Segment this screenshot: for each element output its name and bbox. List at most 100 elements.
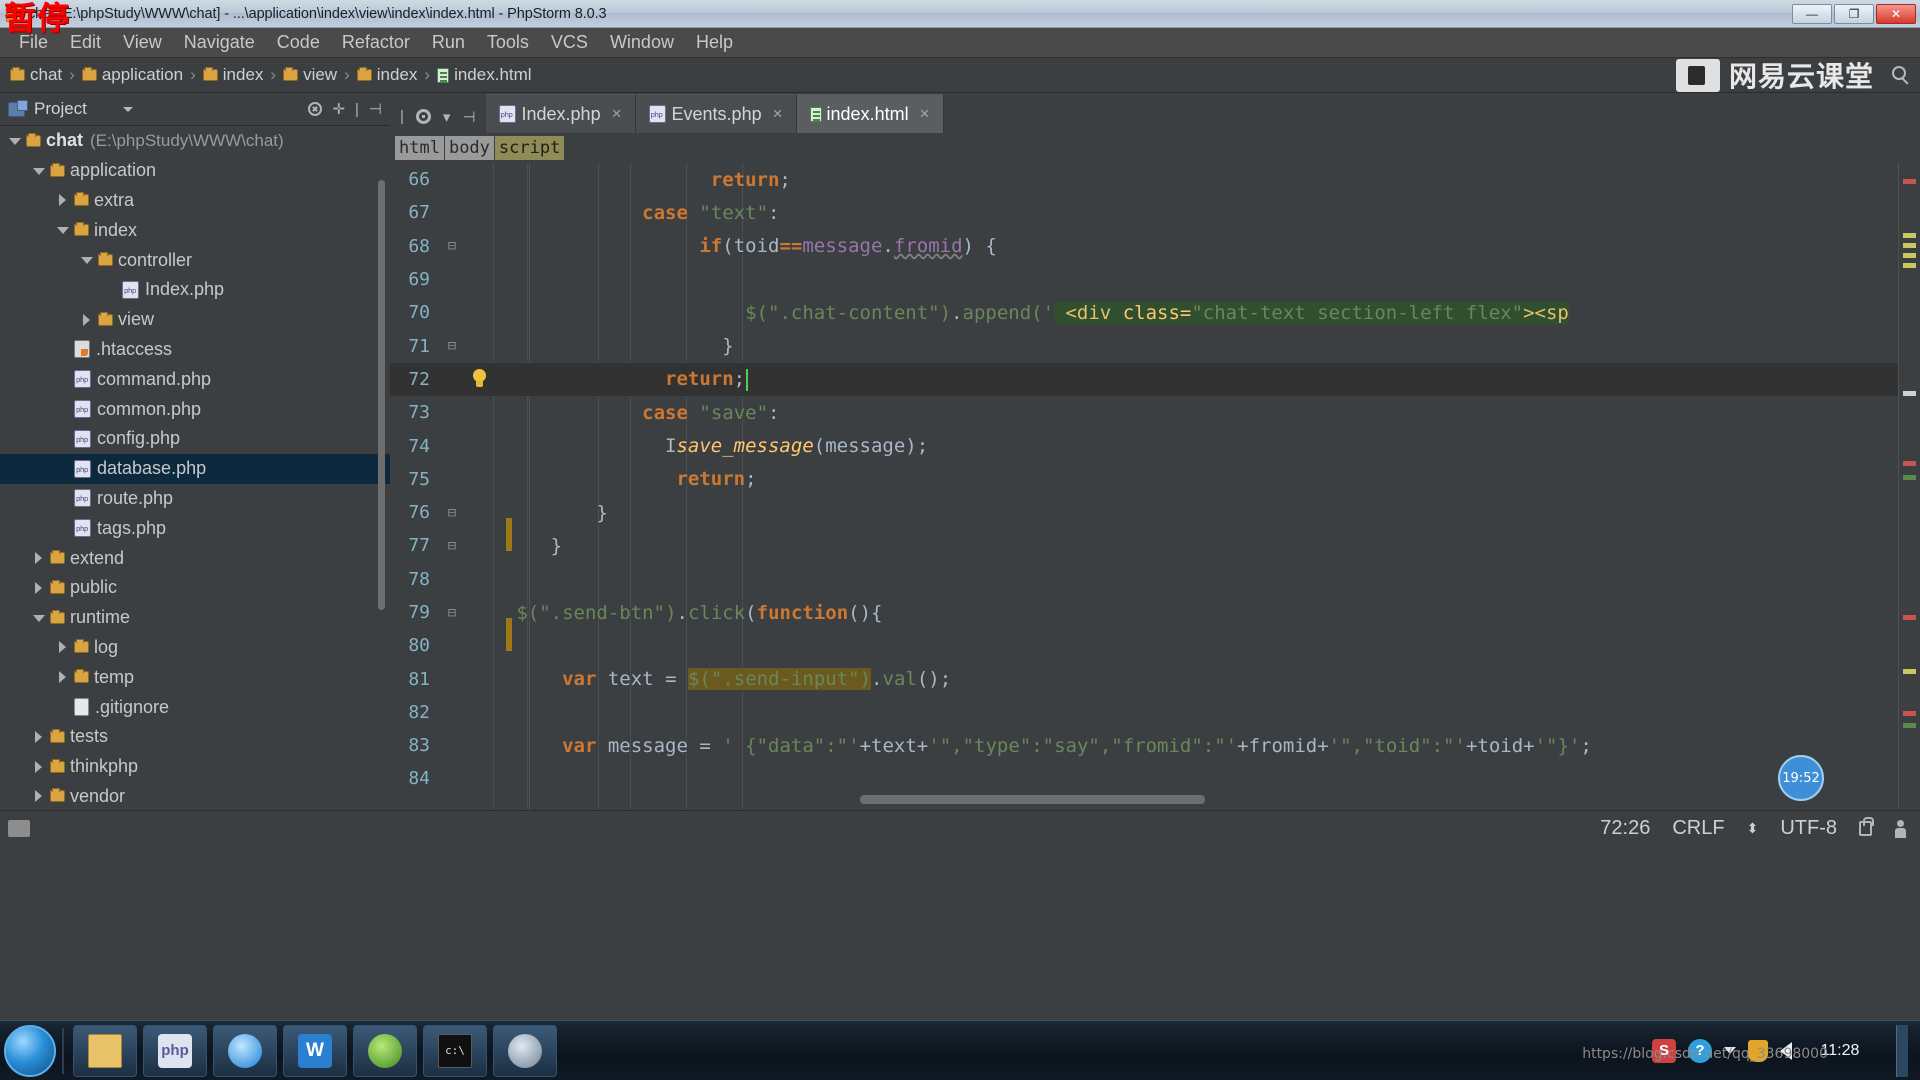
code-line[interactable]: 77 ⊟ } [390, 529, 1920, 562]
close-button[interactable]: ✕ [1876, 3, 1916, 24]
breadcrumb-item-0[interactable]: chat [10, 65, 62, 85]
tree-item-thinkphp[interactable]: thinkphp [0, 752, 390, 782]
tree-item--htaccess[interactable]: .htaccess [0, 335, 390, 365]
taskbar-item-explorer[interactable] [73, 1024, 137, 1077]
menu-item-view[interactable]: View [112, 30, 173, 55]
taskbar-item-wps[interactable]: W [283, 1024, 347, 1077]
tree-item-extend[interactable]: extend [0, 543, 390, 573]
tree-item-database-php[interactable]: database.php [0, 453, 390, 484]
chevron-down-icon[interactable] [8, 134, 22, 148]
project-scrollbar[interactable] [378, 180, 385, 610]
code-line[interactable]: 70 $(".chat-content").append(' <div clas… [390, 296, 1920, 329]
chevron-right-icon[interactable] [32, 789, 46, 803]
editor-horizontal-scrollbar[interactable] [860, 795, 1900, 804]
code-line[interactable]: 68 ⊟ if(toid==message.fromid) { [390, 230, 1920, 263]
editor-marker-gutter[interactable] [1898, 163, 1920, 810]
chevron-right-icon[interactable] [32, 730, 46, 744]
code-line[interactable]: 81 var text = $(".send-input").val(); [390, 662, 1920, 695]
menu-item-window[interactable]: Window [599, 30, 685, 55]
code-line[interactable]: 67 case "text": [390, 196, 1920, 229]
breadcrumb-item-1[interactable]: application [62, 65, 183, 85]
structure-crumb-body[interactable]: body [444, 136, 494, 160]
chevron-down-icon[interactable]: ▾ [443, 108, 451, 126]
taskbar-item-internet-explorer[interactable] [213, 1024, 277, 1077]
tree-item-chat[interactable]: chat (E:\phpStudy\WWW\chat) [0, 126, 390, 156]
scrollbar-thumb[interactable] [860, 795, 1205, 804]
project-file-tree[interactable]: chat (E:\phpStudy\WWW\chat) application ext… [0, 126, 390, 810]
breadcrumb-item-3[interactable]: view [263, 65, 337, 85]
window-controls[interactable]: — ❐ ✕ [1792, 3, 1920, 24]
toggle-toolwindows-icon[interactable] [8, 820, 30, 837]
chevron-down-icon[interactable] [32, 164, 46, 178]
structure-crumb-html[interactable]: html [395, 136, 444, 160]
chevron-down-icon[interactable] [80, 253, 94, 267]
menu-item-code[interactable]: Code [266, 30, 331, 55]
tree-item-temp[interactable]: temp [0, 662, 390, 692]
code-line[interactable]: 72 return; [390, 362, 1920, 397]
fold-marker[interactable]: ⊟ [436, 605, 468, 621]
start-button[interactable] [4, 1024, 56, 1077]
breadcrumb-item-4[interactable]: index [337, 65, 417, 85]
tree-item-common-php[interactable]: common.php [0, 394, 390, 424]
chevron-right-icon[interactable] [56, 193, 70, 207]
tree-item-route-php[interactable]: route.php [0, 484, 390, 514]
fold-marker[interactable]: ⊟ [436, 505, 468, 521]
chevron-right-icon[interactable] [32, 760, 46, 774]
tree-item-view[interactable]: view [0, 305, 390, 335]
intention-bulb-icon[interactable] [472, 368, 488, 389]
tree-item-index[interactable]: index [0, 215, 390, 245]
code-line[interactable]: 78 [390, 563, 1920, 596]
chevron-down-icon[interactable] [32, 611, 46, 625]
menu-item-tools[interactable]: Tools [476, 30, 540, 55]
tree-item-tags-php[interactable]: tags.php [0, 513, 390, 543]
line-separator[interactable]: CRLF [1672, 817, 1724, 840]
tree-item-index-php[interactable]: Index.php [0, 275, 390, 305]
taskbar-item-phpstudy[interactable]: php [143, 1024, 207, 1077]
gear-icon[interactable] [415, 109, 431, 124]
chevron-down-icon[interactable] [56, 223, 70, 237]
editor-tab-events-php[interactable]: Events.php × [635, 94, 797, 133]
tree-item-runtime[interactable]: runtime [0, 603, 390, 633]
close-icon[interactable]: × [773, 104, 783, 124]
close-icon[interactable]: × [920, 104, 930, 124]
menu-item-run[interactable]: Run [421, 30, 476, 55]
tree-item-log[interactable]: log [0, 633, 390, 663]
editor-structure-breadcrumb[interactable]: html body script [390, 133, 1920, 163]
tree-item-application[interactable]: application [0, 156, 390, 186]
code-line[interactable]: 69 [390, 263, 1920, 296]
menu-item-help[interactable]: Help [685, 30, 744, 55]
tree-item-vendor[interactable]: vendor [0, 782, 390, 810]
tree-item-config-php[interactable]: config.php [0, 424, 390, 454]
target-file-icon[interactable]: ✛ [332, 100, 345, 118]
tree-item-extra[interactable]: extra [0, 186, 390, 216]
show-desktop-button[interactable] [1896, 1024, 1908, 1077]
person-icon[interactable] [1894, 819, 1906, 838]
close-icon[interactable]: × [612, 104, 622, 124]
lock-icon[interactable] [1859, 817, 1874, 836]
tree-item--gitignore[interactable]: .gitignore [0, 692, 390, 722]
editor-toolbar-icons[interactable]: | ▾ ⊣ [390, 100, 486, 133]
breadcrumb-item-2[interactable]: index [183, 65, 263, 85]
search-icon[interactable] [1892, 66, 1906, 80]
tree-item-controller[interactable]: controller [0, 245, 390, 275]
code-line[interactable]: 84 [390, 762, 1920, 795]
fold-marker[interactable]: ⊟ [436, 538, 468, 554]
code-line[interactable]: 74 Isave_message(message); [390, 429, 1920, 462]
chevron-down-icon[interactable] [122, 106, 133, 112]
tree-item-public[interactable]: public [0, 573, 390, 603]
minimize-button[interactable]: — [1792, 3, 1832, 24]
taskbar-item-phpstorm[interactable] [353, 1024, 417, 1077]
editor-tab-index-php[interactable]: Index.php × [485, 94, 636, 133]
chevron-updown-icon[interactable]: ⬍ [1747, 820, 1759, 837]
menu-item-refactor[interactable]: Refactor [331, 30, 421, 55]
collapse-all-icon[interactable] [308, 102, 323, 116]
fold-marker[interactable]: ⊟ [436, 238, 468, 254]
maximize-button[interactable]: ❐ [1834, 3, 1874, 24]
code-line[interactable]: 66 return; [390, 163, 1920, 196]
code-editor[interactable]: 66 return; 67 case "text": 68 ⊟ if(toid==me… [390, 163, 1920, 810]
fold-marker[interactable]: ⊟ [436, 338, 468, 354]
project-tool-actions[interactable]: ✛ | ⊣ [308, 100, 382, 118]
code-line[interactable]: 80 [390, 629, 1920, 662]
menu-item-navigate[interactable]: Navigate [173, 30, 266, 55]
taskbar-item-media-player[interactable] [493, 1024, 557, 1077]
